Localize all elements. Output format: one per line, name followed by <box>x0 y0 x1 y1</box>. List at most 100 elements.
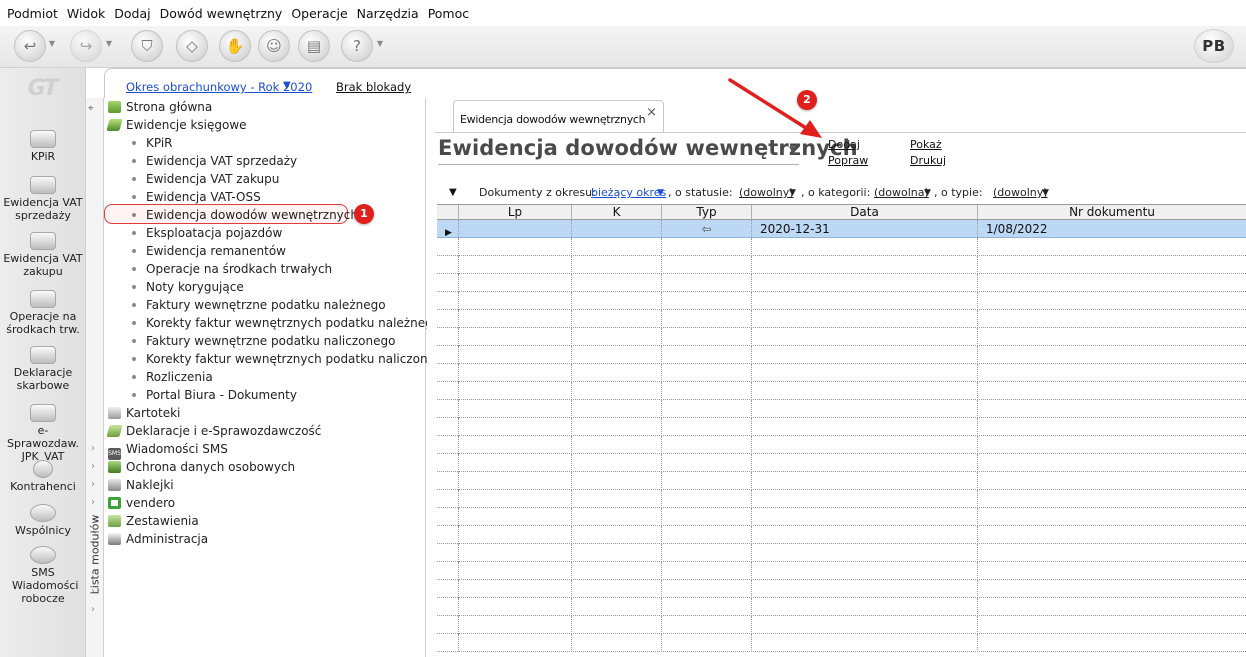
filter-period-dropdown-icon[interactable]: ▼ <box>657 188 664 198</box>
help-dropdown-icon[interactable]: ▼ <box>375 39 385 49</box>
chevron-right-icon[interactable]: › <box>91 461 95 472</box>
tree-item-vat-purchase[interactable]: Ewidencja VAT zakupu <box>104 170 279 188</box>
filter-status-dropdown-icon[interactable]: ▼ <box>789 188 796 198</box>
hand-icon[interactable]: ✋ <box>219 30 251 62</box>
table-row[interactable] <box>437 328 1246 346</box>
menu-narzedzia[interactable]: Narzędzia <box>356 6 425 21</box>
table-row[interactable] <box>437 382 1246 400</box>
tree-item-vendero[interactable]: vendero <box>108 494 175 512</box>
edit-button[interactable]: Popraw <box>828 154 868 167</box>
period-dropdown-icon[interactable]: ▼ <box>283 80 291 91</box>
filter-category-dropdown-icon[interactable]: ▼ <box>924 188 931 198</box>
table-row[interactable] <box>437 454 1246 472</box>
menu-widok[interactable]: Widok <box>66 6 111 21</box>
table-row[interactable] <box>437 238 1246 256</box>
stamp-icon[interactable]: ⛉ <box>131 30 163 62</box>
people-icon[interactable]: ☺ <box>258 30 290 62</box>
menu-podmiot[interactable]: Podmiot <box>6 6 64 21</box>
printer-icon[interactable]: ▤ <box>298 30 330 62</box>
filter-type-dropdown-icon[interactable]: ▼ <box>1042 188 1049 198</box>
back-dropdown-icon[interactable]: ▼ <box>47 39 57 49</box>
menu-dodaj[interactable]: Dodaj <box>113 6 156 21</box>
column-header-data[interactable]: Data <box>752 205 978 220</box>
tree-item-kpir[interactable]: KPiR <box>104 134 173 152</box>
table-row[interactable] <box>437 256 1246 274</box>
sidebar-item-contractors[interactable]: Kontrahenci <box>0 460 86 493</box>
title-dropdown-icon[interactable]: ▼ <box>789 145 796 155</box>
chevron-right-icon[interactable]: › <box>91 443 95 454</box>
sidebar-item-fixed-assets[interactable]: Operacje na środkach trw. <box>0 290 86 336</box>
table-row[interactable] <box>437 562 1246 580</box>
tree-item-vat-sales[interactable]: Ewidencja VAT sprzedaży <box>104 152 297 170</box>
filter-status-value[interactable]: (dowolny) <box>739 186 794 199</box>
table-row[interactable] <box>437 526 1246 544</box>
filter-category-value[interactable]: (dowolna) <box>874 186 929 199</box>
sidebar-item-tax-declarations[interactable]: Deklaracje skarbowe <box>0 346 86 392</box>
column-header-k[interactable]: K <box>572 205 662 220</box>
table-row[interactable] <box>437 292 1246 310</box>
table-row[interactable] <box>437 616 1246 634</box>
sidebar-item-jpk-vat[interactable]: e-Sprawozdaw. JPK_VAT <box>0 404 86 463</box>
chevron-right-icon[interactable]: › <box>91 586 95 597</box>
table-row[interactable] <box>437 580 1246 598</box>
tree-item-credit-notes[interactable]: Noty korygujące <box>104 278 244 296</box>
user-avatar[interactable]: PB <box>1194 29 1234 63</box>
show-button[interactable]: Pokaż <box>910 138 942 151</box>
filter-period-value[interactable]: bieżący okres <box>591 186 666 199</box>
sidebar-item-kpir[interactable]: KPiR <box>0 130 86 163</box>
tree-item-data-protection[interactable]: Ochrona danych osobowych <box>108 458 295 476</box>
tree-item-accounting-records[interactable]: Ewidencje księgowe <box>106 116 247 134</box>
eraser-icon[interactable]: ◇ <box>176 30 208 62</box>
filter-type-value[interactable]: (dowolny) <box>993 186 1048 199</box>
tree-item-fixed-asset-ops[interactable]: Operacje na środkach trwałych <box>104 260 332 278</box>
table-row[interactable] <box>437 346 1246 364</box>
sidebar-item-sms[interactable]: SMS Wiadomości robocze <box>0 546 86 605</box>
tree-item-settlements[interactable]: Rozliczenia <box>104 368 213 386</box>
back-icon[interactable]: ↩ <box>14 30 46 62</box>
tree-item-internal-invoices-input[interactable]: Faktury wewnętrzne podatku naliczonego <box>104 332 395 350</box>
print-button[interactable]: Drukuj <box>910 154 946 167</box>
table-row[interactable] <box>437 418 1246 436</box>
menu-dowod-wewnetrzny[interactable]: Dowód wewnętrzny <box>159 6 289 21</box>
tree-item-administration[interactable]: Administracja <box>108 530 208 548</box>
tree-item-inventory[interactable]: Ewidencja remanentów <box>104 242 286 260</box>
column-header-typ[interactable]: Typ <box>662 205 752 220</box>
table-row[interactable] <box>437 634 1246 652</box>
column-header-lp[interactable]: Lp <box>459 205 572 220</box>
table-row[interactable]: ▶ ⇦ 2020-12-31 1/08/2022 <box>437 220 1246 238</box>
menu-operacje[interactable]: Operacje <box>290 6 353 21</box>
pin-icon[interactable]: ⌖ <box>88 103 94 114</box>
tree-item-stickers[interactable]: Naklejki <box>108 476 174 494</box>
tree-item-corrections-input[interactable]: Korekty faktur wewnętrznych podatku nali… <box>104 350 450 368</box>
forward-dropdown-icon[interactable]: ▼ <box>104 39 114 49</box>
column-header-nr[interactable]: Nr dokumentu <box>978 205 1246 220</box>
tree-item-internal-invoices-due[interactable]: Faktury wewnętrzne podatku należnego <box>104 296 386 314</box>
tree-item-portal-documents[interactable]: Portal Biura - Dokumenty <box>104 386 297 404</box>
help-icon[interactable]: ? <box>341 30 373 62</box>
tree-item-internal-documents[interactable]: Ewidencja dowodów wewnętrznych <box>104 206 358 224</box>
forward-icon[interactable]: ↪ <box>70 30 102 62</box>
tab-internal-documents[interactable]: Ewidencja dowodów wewnętrznych × <box>453 100 664 133</box>
lock-status-link[interactable]: Brak blokady <box>336 80 411 94</box>
table-row[interactable] <box>437 274 1246 292</box>
sidebar-item-vat-sales[interactable]: Ewidencja VAT sprzedaży <box>0 176 86 222</box>
sidebar-item-vat-purchase[interactable]: Ewidencja VAT zakupu <box>0 232 86 278</box>
table-row[interactable] <box>437 436 1246 454</box>
chevron-right-icon[interactable]: › <box>91 479 95 490</box>
tree-item-vehicles[interactable]: Eksploatacja pojazdów <box>104 224 282 242</box>
table-row[interactable] <box>437 544 1246 562</box>
filter-toggle-icon[interactable]: ▼ <box>449 187 457 198</box>
table-row[interactable] <box>437 508 1246 526</box>
chevron-right-icon[interactable]: › <box>91 604 95 615</box>
tree-item-vat-oss[interactable]: Ewidencja VAT-OSS <box>104 188 261 206</box>
module-list-strip[interactable]: › › › › Lista modułów › › <box>86 98 104 657</box>
close-icon[interactable]: × <box>646 105 657 120</box>
table-row[interactable] <box>437 400 1246 418</box>
table-row[interactable] <box>437 490 1246 508</box>
menu-pomoc[interactable]: Pomoc <box>427 6 475 21</box>
table-row[interactable] <box>437 364 1246 382</box>
tree-item-reports[interactable]: Zestawienia <box>108 512 199 530</box>
tree-item-declarations[interactable]: Deklaracje i e-Sprawozdawczość <box>106 422 321 440</box>
add-button[interactable]: Dodaj <box>828 138 860 151</box>
tree-item-home[interactable]: Strona główna <box>108 98 212 116</box>
